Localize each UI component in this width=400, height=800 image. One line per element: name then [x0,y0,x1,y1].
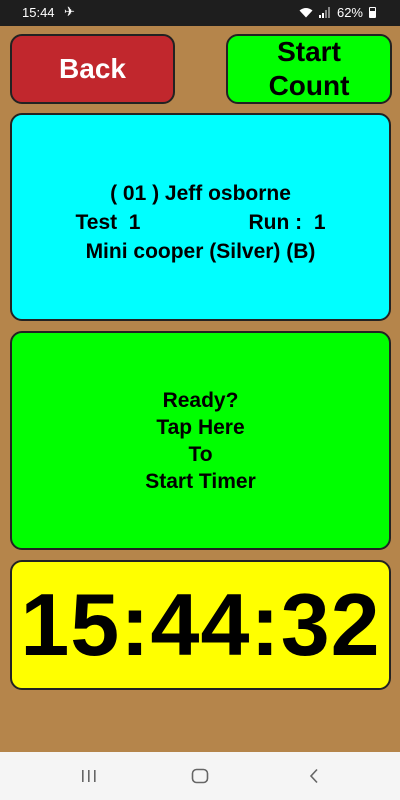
home-icon[interactable] [186,764,214,788]
driver-name: ( 01 ) Jeff osborne [110,181,291,205]
back-nav-icon[interactable] [300,764,328,788]
car-description: Mini cooper (Silver) (B) [85,239,316,263]
status-bar: 15:44 ✈ 62% [0,0,400,26]
start-timer-line3: To [188,442,213,466]
battery-icon [369,7,376,18]
test-label: Test 1 [75,210,141,234]
recents-icon[interactable] [75,764,103,788]
start-timer-line4: Start Timer [145,469,256,493]
start-count-label-line2: Count [268,70,350,101]
back-button[interactable]: Back [10,34,175,104]
status-time: 15:44 [22,5,55,20]
start-count-button[interactable]: Start Count [226,34,392,104]
start-timer-line1: Ready? [162,388,239,412]
test-run-row: Test 1 Run : 1 [76,208,326,237]
back-button-label: Back [59,53,126,84]
clock-time: 15:44:32 [20,575,381,674]
signal-icon [318,7,331,18]
wifi-icon [299,7,313,18]
clock-display: 15:44:32 [10,560,391,690]
airplane-icon: ✈ [64,4,75,19]
run-label: Run : 1 [248,210,326,234]
driver-info-panel: ( 01 ) Jeff osborne Test 1 Run : 1 Mini … [10,113,391,321]
status-indicators: 62% [299,5,376,20]
navigation-bar [0,752,400,800]
battery-percentage: 62% [336,5,363,20]
start-timer-button[interactable]: Ready? Tap Here To Start Timer [10,331,391,550]
start-timer-line2: Tap Here [156,415,245,439]
start-count-label-line1: Start [277,36,341,67]
